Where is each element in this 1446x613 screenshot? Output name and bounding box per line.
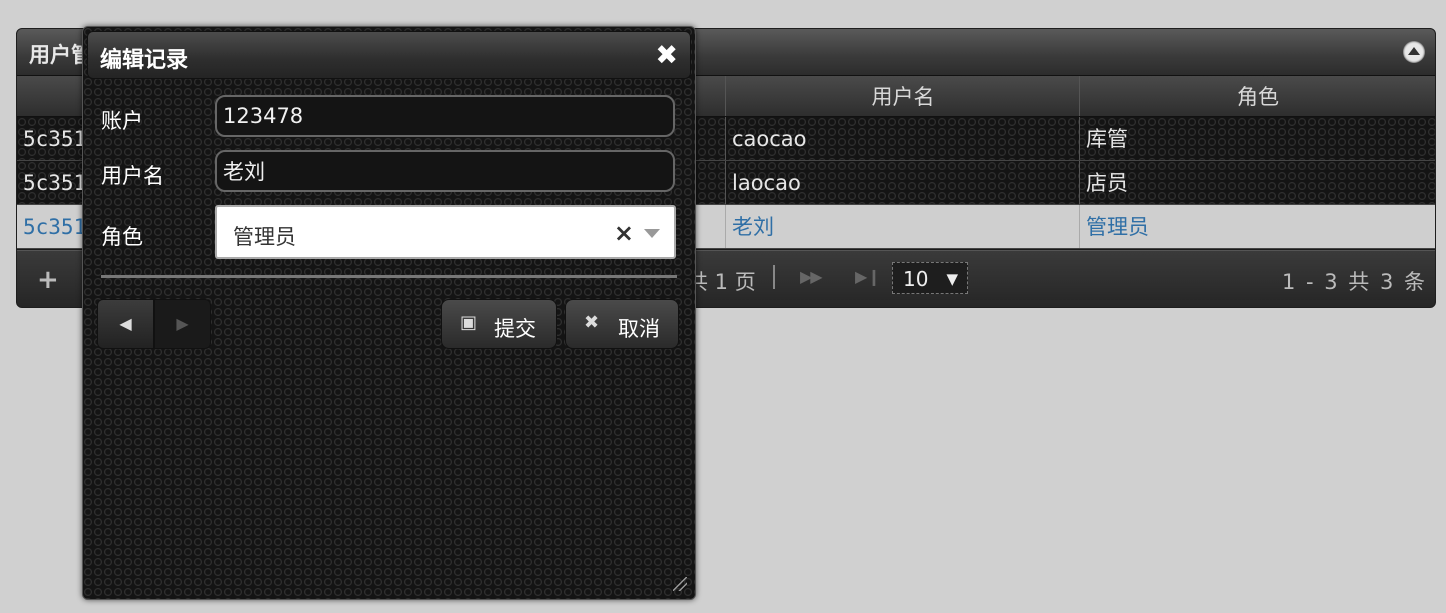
dialog-title-bar[interactable]: 编辑记录 ✖ xyxy=(87,31,691,79)
page-size-select[interactable]: 10 ▼ xyxy=(892,262,968,294)
cell-role: 店员 xyxy=(1079,161,1435,204)
dialog-title: 编辑记录 xyxy=(100,48,189,73)
next-page-icon[interactable]: ▶▶ xyxy=(800,267,823,286)
account-field[interactable] xyxy=(215,95,675,137)
add-icon[interactable]: + xyxy=(37,265,59,295)
role-select[interactable]: 管理员 × xyxy=(215,205,676,259)
page-total: 共 1 页 xyxy=(687,270,756,294)
chevron-down-icon[interactable] xyxy=(644,229,660,238)
prev-icon: ◀ xyxy=(119,314,132,333)
page-size-value: 10 xyxy=(903,267,929,291)
cancel-button[interactable]: ✖ 取消 xyxy=(565,299,679,349)
cell-username: caocao xyxy=(725,117,1079,160)
chevron-down-icon: ▼ xyxy=(946,270,958,288)
clear-icon[interactable]: × xyxy=(614,219,634,247)
account-label: 账户 xyxy=(101,109,143,133)
last-page-icon[interactable]: ▶❙ xyxy=(855,267,881,286)
username-field[interactable] xyxy=(215,150,675,192)
record-summary: 1 - 3 共 3 条 xyxy=(1281,270,1427,294)
column-header-username[interactable]: 用户名 xyxy=(725,76,1080,116)
submit-label: 提交 xyxy=(494,317,536,341)
next-record-button[interactable]: ▶ xyxy=(154,299,211,349)
cancel-icon: ✖ xyxy=(584,312,600,333)
cell-username: laocao xyxy=(725,161,1079,204)
cell-username: 老刘 xyxy=(725,205,1079,248)
collapse-icon[interactable] xyxy=(1403,41,1425,63)
cell-role: 库管 xyxy=(1079,117,1435,160)
submit-button[interactable]: ▣ 提交 xyxy=(441,299,557,349)
resize-icon[interactable] xyxy=(673,577,687,591)
cancel-label: 取消 xyxy=(618,317,660,341)
pager-divider xyxy=(773,265,775,289)
role-label: 角色 xyxy=(101,225,143,249)
username-label: 用户名 xyxy=(101,164,164,188)
close-icon[interactable]: ✖ xyxy=(655,40,678,71)
role-select-value: 管理员 xyxy=(233,225,296,249)
cell-role: 管理员 xyxy=(1079,205,1435,248)
column-header-role[interactable]: 角色 xyxy=(1079,76,1435,116)
divider xyxy=(101,275,677,278)
edit-dialog: 编辑记录 ✖ 账户 用户名 角色 管理员 × ◀ ▶ ▣ 提交 ✖ 取消 xyxy=(82,26,696,600)
next-icon: ▶ xyxy=(176,314,189,333)
prev-record-button[interactable]: ◀ xyxy=(97,299,154,349)
record-nav-group: ◀ ▶ xyxy=(97,299,211,349)
save-icon: ▣ xyxy=(460,312,478,333)
